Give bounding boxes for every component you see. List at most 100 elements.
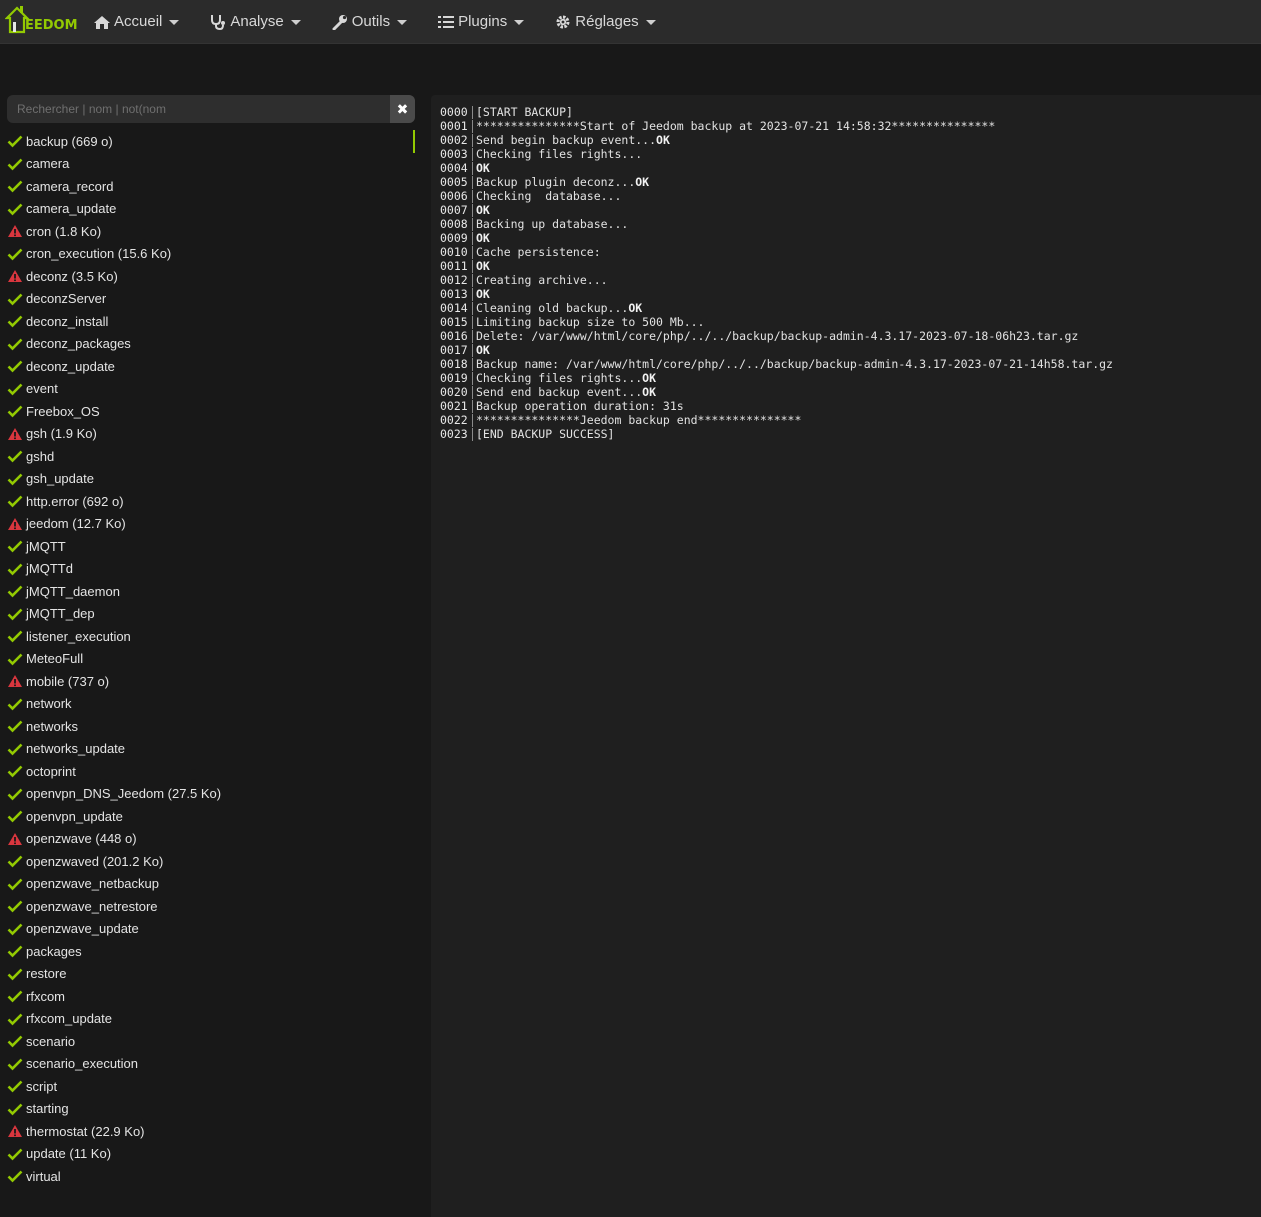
line-status: OK [635,175,650,189]
log-item-label: event [26,381,58,397]
line-message: Backup operation duration: 31s [476,399,684,413]
jeedom-logo[interactable]: EEDOM [3,0,83,44]
nav-outils[interactable]: Outils [331,0,408,44]
log-item[interactable]: mobile (737 o) [0,670,415,693]
log-item[interactable]: virtual [0,1165,415,1188]
log-item[interactable]: deconz_update [0,355,415,378]
log-item[interactable]: restore [0,963,415,986]
line-separator [472,414,473,427]
check-icon [7,855,23,868]
log-item[interactable]: http.error (692 o) [0,490,415,513]
log-item[interactable]: camera_record [0,175,415,198]
log-item[interactable]: deconzServer [0,288,415,311]
line-number: 0023 [440,427,468,441]
check-icon [7,1103,23,1116]
line-text: Backing up database... [476,217,628,231]
line-message: Cleaning old backup... [476,301,629,315]
log-item[interactable]: openvpn_DNS_Jeedom (27.5 Ko) [0,783,415,806]
line-status: OK [642,385,657,399]
log-item[interactable]: scenario [0,1030,415,1053]
log-line: 0022 ***************Jeedom backup end****… [440,413,1261,427]
log-item[interactable]: MeteoFull [0,648,415,671]
log-line: 0023 [END BACKUP SUCCESS] [440,427,1261,441]
line-number: 0019 [440,371,468,385]
log-item[interactable]: openzwave_netrestore [0,895,415,918]
log-item[interactable]: starting [0,1098,415,1121]
log-item[interactable]: thermostat (22.9 Ko) [0,1120,415,1143]
nav-reglages[interactable]: Réglages [554,0,656,44]
log-line: 0009 OK [440,231,1261,245]
log-item[interactable]: scenario_execution [0,1053,415,1076]
nav-accueil[interactable]: Accueil [93,0,180,44]
log-item[interactable]: openzwave (448 o) [0,828,415,851]
log-item[interactable]: backup (669 o) [0,130,415,153]
log-item[interactable]: cron (1.8 Ko) [0,220,415,243]
check-icon [7,653,23,666]
line-message: Backup plugin deconz... [476,175,636,189]
log-item[interactable]: octoprint [0,760,415,783]
check-icon [7,923,23,936]
log-item[interactable]: openzwave_update [0,918,415,941]
log-item[interactable]: camera [0,153,415,176]
line-text: Checking database... [476,189,621,203]
log-item-label: network [26,696,72,712]
log-item-label: mobile (737 o) [26,673,110,689]
log-item[interactable]: deconz_install [0,310,415,333]
log-item-label: deconz_update [26,358,115,374]
log-item[interactable]: cron_execution (15.6 Ko) [0,243,415,266]
line-text: Backup name: /var/www/html/core/php/../.… [476,357,1113,371]
line-text: Send end backup event...OK [476,385,656,399]
check-icon [7,360,23,373]
log-item[interactable]: rfxcom [0,985,415,1008]
log-item-label: gshd [26,448,55,464]
log-item-label: update (11 Ko) [26,1146,112,1162]
log-line: 0012 Creating archive... [440,273,1261,287]
log-item[interactable]: openzwave_netbackup [0,873,415,896]
log-item[interactable]: event [0,378,415,401]
line-status: OK [476,203,490,217]
check-icon [7,405,23,418]
log-item[interactable]: openvpn_update [0,805,415,828]
log-item[interactable]: openzwaved (201.2 Ko) [0,850,415,873]
line-message: [START BACKUP] [476,105,573,119]
search-input[interactable] [7,95,390,123]
log-item[interactable]: gsh_update [0,468,415,491]
log-item[interactable]: gshd [0,445,415,468]
top-navbar: EEDOM Accueil Analyse Outils Plugins Rég… [0,0,1261,44]
log-item[interactable]: jMQTT_dep [0,603,415,626]
log-item[interactable]: jMQTT_daemon [0,580,415,603]
log-item[interactable]: Freebox_OS [0,400,415,423]
line-message: Delete: /var/www/html/core/php/../../bac… [476,329,1079,343]
log-item-label: jeedom (12.7 Ko) [26,516,126,532]
logo-text: EEDOM [25,17,78,33]
check-icon [7,1170,23,1183]
clear-search-button[interactable]: ✖ [390,95,415,123]
log-item[interactable]: jMQTT [0,535,415,558]
log-item[interactable]: camera_update [0,198,415,221]
log-item-label: cron (1.8 Ko) [26,223,102,239]
log-item-label: jMQTT_dep [26,606,95,622]
chevron-down-icon [397,20,408,25]
log-item[interactable]: rfxcom_update [0,1008,415,1031]
log-item[interactable]: packages [0,940,415,963]
log-item-label: deconzServer [26,291,107,307]
log-item[interactable]: script [0,1075,415,1098]
log-item[interactable]: jMQTTd [0,558,415,581]
log-sidebar: ✖ backup (669 o) camera camera_recordcamer… [0,45,430,1217]
nav-plugins[interactable]: Plugins [437,0,525,44]
log-item[interactable]: update (11 Ko) [0,1143,415,1166]
log-item[interactable]: networks [0,715,415,738]
nav-analyse[interactable]: Analyse [209,0,301,44]
log-item-label: networks [26,718,79,734]
log-item[interactable]: jeedom (12.7 Ko) [0,513,415,536]
log-item[interactable]: deconz (3.5 Ko) [0,265,415,288]
log-item[interactable]: network [0,693,415,716]
search-bar: ✖ [7,95,415,123]
log-item[interactable]: deconz_packages [0,333,415,356]
line-separator [472,372,473,385]
log-item-label: starting [26,1101,69,1117]
log-item[interactable]: listener_execution [0,625,415,648]
log-item[interactable]: gsh (1.9 Ko) [0,423,415,446]
log-item[interactable]: networks_update [0,738,415,761]
line-number: 0000 [440,105,468,119]
